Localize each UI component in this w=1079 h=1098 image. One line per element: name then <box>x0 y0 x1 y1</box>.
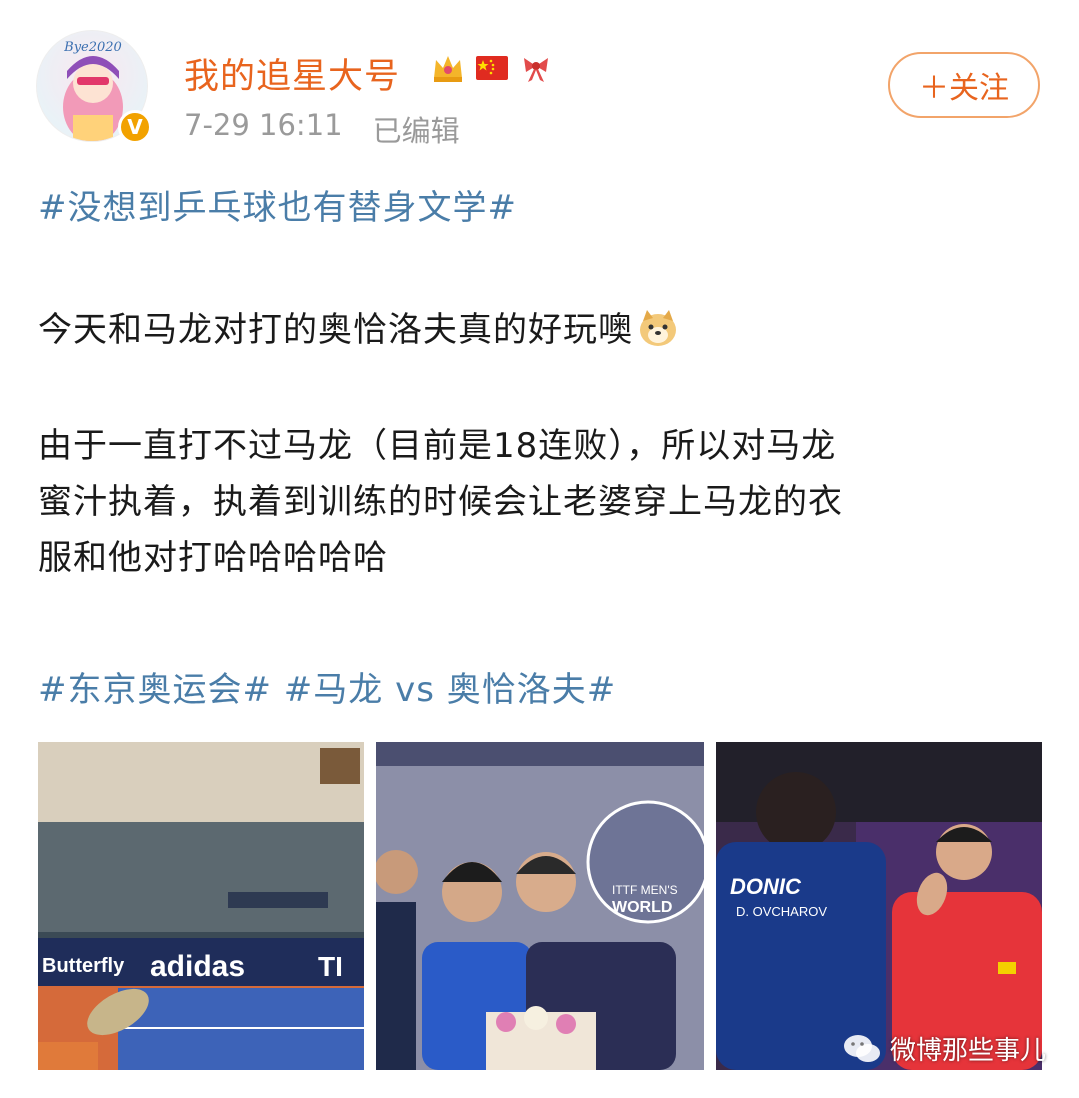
post-image-2[interactable]: ITTF MEN'S WORLD <box>376 742 704 1070</box>
avatar[interactable]: Bye2020 V <box>36 30 152 144</box>
jersey-text: DONIC <box>730 874 802 899</box>
post-image-3[interactable]: DONIC D. OVCHAROV <box>716 742 1042 1070</box>
verified-icon: V <box>118 110 152 144</box>
watermark-text: 微博那些事儿 <box>890 1036 1047 1066</box>
follow-button[interactable]: ＋关注 <box>888 52 1040 118</box>
edited-label: 已编辑 <box>372 114 460 148</box>
topic-link[interactable]: #马龙 vs 奥恰洛夫# <box>284 670 616 710</box>
post-text: 今天和马龙对打的奥恰洛夫真的好玩噢 <box>38 310 633 350</box>
post-paragraph: 由于一直打不过马龙（目前是18连败），所以对马龙 蜜汁执着，执着到训练的时候会让… <box>38 418 1038 586</box>
bow-icon <box>524 58 548 82</box>
post-time: 7-29 16:11 <box>184 108 343 142</box>
crown-icon <box>434 56 462 82</box>
topic-link[interactable]: #没想到乒乓球也有替身文学# <box>38 180 517 229</box>
banner-text: TI <box>318 951 343 982</box>
post-text-line: 服和他对打哈哈哈哈哈 <box>38 538 388 578</box>
image-text: ITTF MEN'S <box>612 883 678 897</box>
jersey-text: D. OVCHAROV <box>736 904 827 919</box>
topic-link[interactable]: #东京奥运会# <box>38 670 272 710</box>
watermark: 微博那些事儿 <box>842 1030 1046 1067</box>
post-image-1[interactable]: Butterfly adidas TI <box>38 742 364 1070</box>
post-text-line: 今天和马龙对打的奥恰洛夫真的好玩噢 <box>38 302 679 351</box>
doge-emoji-icon <box>640 310 676 346</box>
post-text-line: 由于一直打不过马龙（目前是18连败），所以对马龙 <box>38 426 837 466</box>
avatar-signature: Bye2020 <box>63 40 122 55</box>
username[interactable]: 我的追星大号 <box>184 48 400 99</box>
wechat-icon <box>844 1034 880 1062</box>
image-text: WORLD <box>612 899 672 916</box>
banner-text: adidas <box>150 950 245 983</box>
china-flag-icon <box>476 56 508 80</box>
post-text-line: 蜜汁执着，执着到训练的时候会让老婆穿上马龙的衣 <box>38 482 843 522</box>
banner-text: Butterfly <box>42 955 125 977</box>
